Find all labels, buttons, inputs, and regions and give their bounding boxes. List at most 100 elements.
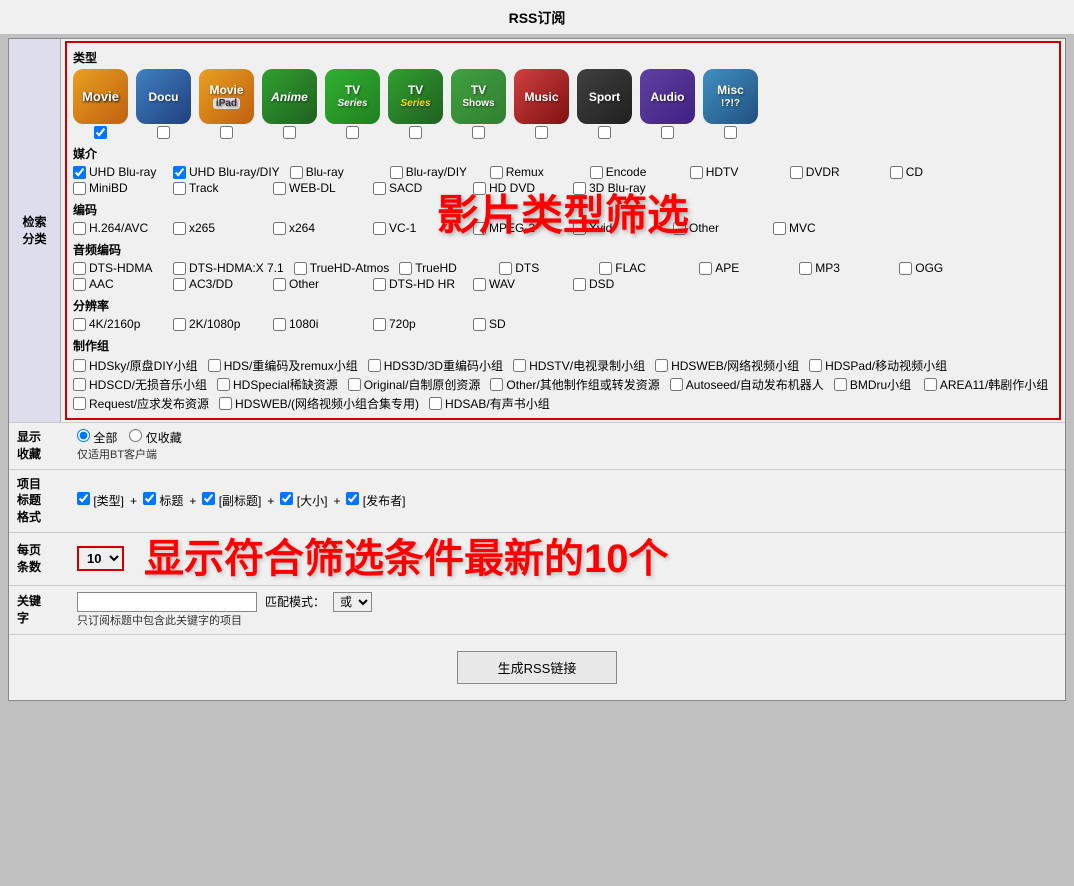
res-sd[interactable]: SD [473,317,563,331]
audio-dsd[interactable]: DSD [573,277,663,291]
group-hdstv[interactable]: HDSTV/电视录制小组 [513,357,645,374]
group-hdsweb2[interactable]: HDSWEB/(网络视频小组合集专用) [219,395,419,412]
movie-checkbox[interactable] [94,126,107,139]
audio-truehd-atmos[interactable]: TrueHD-Atmos [294,261,390,275]
title-format-size[interactable]: [大小] [280,492,327,509]
media-minibd[interactable]: MiniBD [73,181,163,195]
anime-icon: Anime [262,69,317,124]
res-4k[interactable]: 4K/2160p [73,317,163,331]
title-format-title[interactable]: 标题 [143,492,183,509]
audio-dtshdhr[interactable]: DTS-HD HR [373,277,463,291]
docu-checkbox[interactable] [157,126,170,139]
media-uhd-bluray-diy[interactable]: UHD Blu-ray/DIY [173,165,280,179]
media-3d-bluray[interactable]: 3D Blu-ray [573,181,663,195]
audio-truehd[interactable]: TrueHD [399,261,489,275]
group-area11[interactable]: AREA11/韩剧作小组 [924,376,1048,393]
audio-checkbox[interactable] [661,126,674,139]
audio-icon: Audio [640,69,695,124]
group-hdscd[interactable]: HDSCD/无损音乐小组 [73,376,207,393]
movie-ipad-icon: MovieiPad [199,69,254,124]
audio-dtshdma[interactable]: DTS-HDMA [73,261,163,275]
media-bluray[interactable]: Blu-ray [290,165,380,179]
codec-h264[interactable]: H.264/AVC [73,221,163,235]
codec-other[interactable]: Other [673,221,763,235]
group-hdspecial[interactable]: HDSpecial稀缺资源 [217,376,338,393]
movie-ipad-checkbox[interactable] [220,126,233,139]
type-item-audio: Audio [640,69,695,139]
codec-x264[interactable]: x264 [273,221,363,235]
group-hds3d[interactable]: HDS3D/3D重编码小组 [368,357,503,374]
per-page-big-text: 显示符合筛选条件最新的10个 [144,539,669,579]
generate-rss-button[interactable]: 生成RSS链接 [457,651,618,684]
group-hdsweb[interactable]: HDSWEB/网络视频小组 [655,357,799,374]
codec-header: 编码 [73,201,1053,218]
media-remux[interactable]: Remux [490,165,580,179]
media-uhd-bluray[interactable]: UHD Blu-ray [73,165,163,179]
audio-other[interactable]: Other [273,277,363,291]
media-dvdr[interactable]: DVDR [790,165,880,179]
per-page-select[interactable]: 10 20 30 50 [77,546,124,571]
match-mode-label: 匹配模式： [265,593,325,610]
audio-ogg[interactable]: OGG [899,261,989,275]
audio-dtshdma71[interactable]: DTS-HDMA:X 7.1 [173,261,284,275]
audio-ape[interactable]: APE [699,261,789,275]
item-title-label: 项目标题格式 [17,476,69,526]
display-favorites-option[interactable]: 仅收藏 [129,429,181,446]
display-note: 仅适用BT客户端 [77,446,1057,462]
group-autoseed[interactable]: Autoseed/自动发布机器人 [670,376,824,393]
search-classify-label: 检索分类 [9,39,61,422]
codec-x265[interactable]: x265 [173,221,263,235]
display-all-option[interactable]: 全部 [77,429,117,446]
group-hds[interactable]: HDS/重编码及remux小组 [208,357,358,374]
tv-shows-checkbox[interactable] [472,126,485,139]
res-1080i[interactable]: 1080i [273,317,363,331]
group-other[interactable]: Other/其他制作组或转发资源 [490,376,659,393]
codec-vc1[interactable]: VC-1 [373,221,463,235]
media-hdtv[interactable]: HDTV [690,165,780,179]
audio-codec-header: 音频编码 [73,241,1053,258]
codec-mpeg2[interactable]: MPEG-2 [473,221,563,235]
media-webdl[interactable]: WEB-DL [273,181,363,195]
media-track[interactable]: Track [173,181,263,195]
codec-xvid[interactable]: Xvid [573,221,663,235]
tv-series1-checkbox[interactable] [346,126,359,139]
type-item-docu: Docu [136,69,191,139]
misc-checkbox[interactable] [724,126,737,139]
group-hdsab[interactable]: HDSAB/有声书小组 [429,395,550,412]
title-format-type[interactable]: [类型] [77,492,124,509]
audio-ac3dd[interactable]: AC3/DD [173,277,263,291]
media-sacd[interactable]: SACD [373,181,463,195]
type-item-sport: Sport [577,69,632,139]
group-request[interactable]: Request/应求发布资源 [73,395,209,412]
res-2k[interactable]: 2K/1080p [173,317,263,331]
music-checkbox[interactable] [535,126,548,139]
media-bluray-diy[interactable]: Blu-ray/DIY [390,165,480,179]
audio-flac[interactable]: FLAC [599,261,689,275]
media-items: UHD Blu-ray UHD Blu-ray/DIY Blu-ray Blu-… [73,165,1053,195]
media-cd[interactable]: CD [890,165,980,179]
group-original[interactable]: Original/自制原创资源 [348,376,481,393]
item-title-content: [类型] + 标题 + [副标题] + [大小] + [发布者] [77,492,1057,509]
title-format-subtitle[interactable]: [副标题] [202,492,261,509]
sport-checkbox[interactable] [598,126,611,139]
codec-mvc[interactable]: MVC [773,221,863,235]
group-hdspad[interactable]: HDSPad/移动视频小组 [809,357,947,374]
audio-aac[interactable]: AAC [73,277,163,291]
media-encode[interactable]: Encode [590,165,680,179]
audio-dts[interactable]: DTS [499,261,589,275]
group-bmdru[interactable]: BMDru小组 [834,376,914,393]
title-format-publisher[interactable]: [发布者] [346,492,405,509]
res-720p[interactable]: 720p [373,317,463,331]
media-hddvd[interactable]: HD DVD [473,181,563,195]
media-header: 媒介 [73,145,1053,162]
audio-wav[interactable]: WAV [473,277,563,291]
group-hdsky[interactable]: HDSky/原盘DIY小组 [73,357,198,374]
audio-mp3[interactable]: MP3 [799,261,889,275]
keyword-input[interactable] [77,592,257,612]
anime-checkbox[interactable] [283,126,296,139]
keyword-content: 匹配模式： 或 与 只订阅标题中包含此关键字的项目 [77,592,1057,628]
match-mode-select[interactable]: 或 与 [333,592,372,612]
type-item-anime: Anime [262,69,317,139]
tv-series2-checkbox[interactable] [409,126,422,139]
per-page-label: 每页条数 [17,542,69,576]
